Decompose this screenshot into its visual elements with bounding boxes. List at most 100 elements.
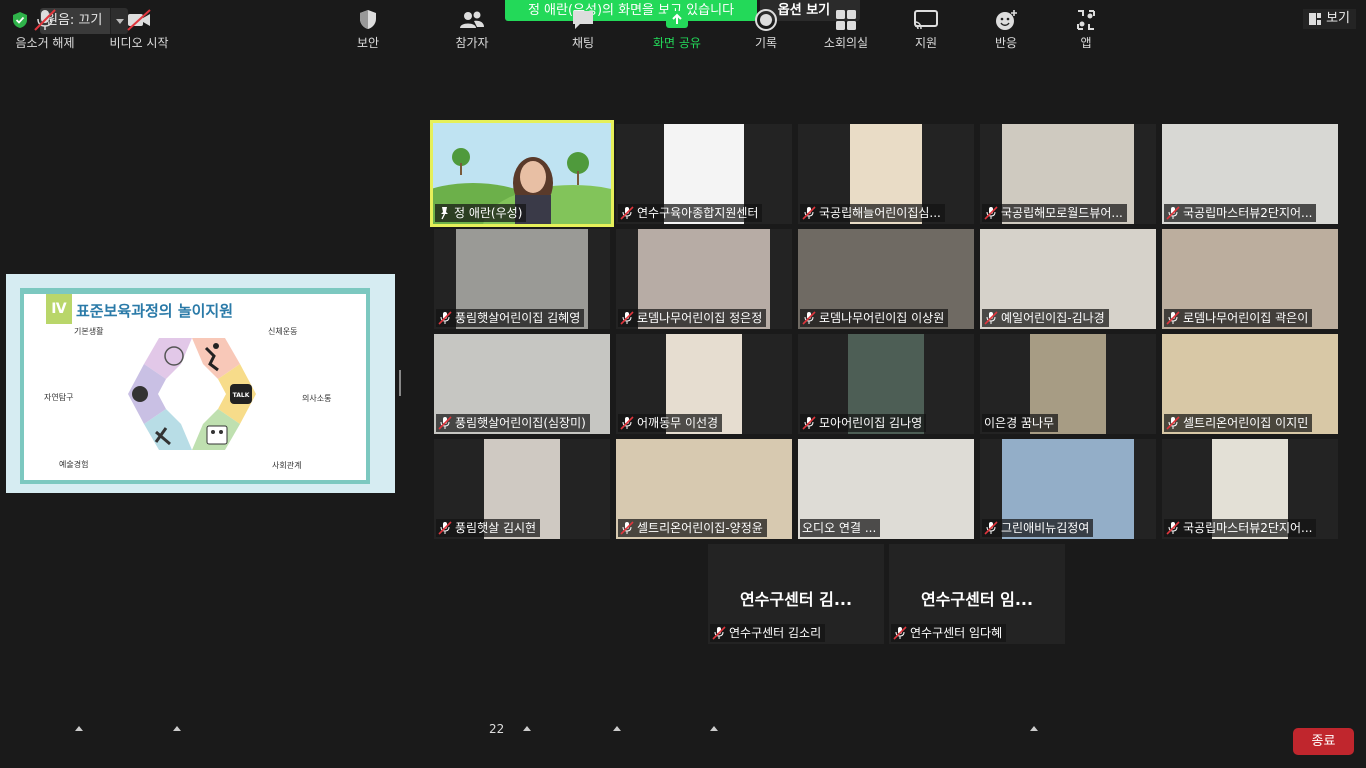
participant-name-bar: 풍림햇살 김시현	[436, 519, 541, 537]
participant-video-tile[interactable]: 풍림햇살 김시현	[434, 439, 610, 539]
layout-icon	[1309, 13, 1322, 25]
support-label: 지원	[914, 36, 938, 50]
share-options-caret[interactable]	[709, 724, 718, 732]
record-button[interactable]: 기록	[740, 0, 792, 56]
participant-name: 국공립해늘어린이집심...	[819, 206, 941, 220]
play-hexagon-diagram: TALK	[128, 338, 256, 450]
start-video-button[interactable]: 비디오 시작	[100, 0, 178, 56]
label-body-movement: 신체운동	[268, 327, 298, 336]
participant-name-bar: 풍림햇살어린이집(심장미)	[436, 414, 590, 432]
participant-display-name: 연수구센터 김...	[739, 590, 853, 609]
participant-name-bar: 연수구육아종합지원센터	[618, 204, 763, 222]
apps-icon	[1077, 10, 1095, 30]
participant-video-tile[interactable]: 연수구센터 김... 연수구센터 김소리	[708, 544, 884, 644]
participant-video-tile[interactable]: 로뎀나무어린이집 정은정	[616, 229, 792, 329]
participant-video-tile[interactable]: 모아어린이집 김나영	[798, 334, 974, 434]
label-communication: 의사소통	[302, 394, 332, 403]
microphone-muted-icon	[712, 626, 726, 640]
participant-video-tile[interactable]: 연수구센터 임... 연수구센터 임다혜	[889, 544, 1065, 644]
participant-name-bar: 이은경 꿈나무	[982, 414, 1059, 432]
chat-button[interactable]: 채팅	[556, 0, 610, 56]
participant-name-bar: 그린애비뉴김정여	[982, 519, 1094, 537]
label-basic-life: 기본생활	[74, 327, 104, 336]
participant-name: 로뎀나무어린이집 정은정	[637, 311, 763, 325]
microphone-muted-icon	[620, 521, 634, 535]
participant-name-bar: 로뎀나무어린이집 이상원	[800, 309, 949, 327]
microphone-muted-icon	[893, 626, 907, 640]
participant-video-tile[interactable]: 그린애비뉴김정여	[980, 439, 1156, 539]
participant-video-tile[interactable]: 연수구육아종합지원센터	[616, 124, 792, 224]
participants-button[interactable]: 참가자	[444, 0, 500, 56]
unmute-button[interactable]: 음소거 해제	[6, 0, 84, 56]
participant-name: 예일어린이집-김나경	[1001, 311, 1105, 325]
microphone-muted-icon	[438, 416, 452, 430]
participant-name: 셀트리온어린이집 이지민	[1183, 416, 1309, 430]
participant-name: 국공립마스터뷰2단지어...	[1183, 521, 1313, 535]
participant-name-bar: 어깨동무 이선경	[618, 414, 723, 432]
microphone-muted-icon	[620, 416, 634, 430]
share-screen-button[interactable]: 화면 공유	[646, 0, 708, 56]
microphone-muted-icon	[802, 416, 816, 430]
breakout-rooms-icon	[836, 10, 856, 30]
view-button[interactable]: 보기	[1303, 9, 1356, 29]
participant-video-tile[interactable]: 정 애란(우성)	[430, 120, 614, 227]
participant-name-bar: 국공립해늘어린이집심...	[800, 204, 945, 222]
end-meeting-button[interactable]: 종료	[1293, 728, 1354, 755]
record-icon	[755, 9, 777, 31]
participant-video-tile[interactable]: 셀트리온어린이집 이지민	[1162, 334, 1338, 434]
participant-video-tile[interactable]: 어깨동무 이선경	[616, 334, 792, 434]
security-button[interactable]: 보안	[340, 0, 396, 56]
participant-name-bar: 연수구센터 김소리	[710, 624, 826, 642]
participant-video-tile[interactable]: 국공립해늘어린이집심...	[798, 124, 974, 224]
participant-video-tile[interactable]: 예일어린이집-김나경	[980, 229, 1156, 329]
participant-name-bar: 모아어린이집 김나영	[800, 414, 927, 432]
share-screen-label: 화면 공유	[653, 36, 701, 50]
unmute-label: 음소거 해제	[15, 36, 75, 50]
participant-video-tile[interactable]: 국공립마스터뷰2단지어...	[1162, 124, 1338, 224]
participant-name-bar: 로뎀나무어린이집 정은정	[618, 309, 767, 327]
microphone-muted-icon	[984, 311, 998, 325]
participant-name: 정 애란(우성)	[454, 206, 523, 220]
microphone-muted-icon	[984, 521, 998, 535]
participant-name: 로뎀나무어린이집 곽은이	[1183, 311, 1309, 325]
support-button[interactable]: 지원	[900, 0, 952, 56]
participants-options-caret[interactable]	[522, 724, 531, 732]
view-label: 보기	[1326, 11, 1350, 26]
participant-name-bar: 오디오 연결 ...	[800, 519, 881, 537]
pin-icon	[441, 207, 448, 220]
participant-video-tile[interactable]: 국공립해모로월드뷰어...	[980, 124, 1156, 224]
participant-name: 그린애비뉴김정여	[1001, 521, 1090, 535]
chat-bubble-icon	[573, 11, 593, 29]
microphone-muted-icon	[438, 521, 452, 535]
participant-video-tile[interactable]: 국공립마스터뷰2단지어...	[1162, 439, 1338, 539]
participant-name: 풍림햇살어린이집(심장미)	[455, 416, 586, 430]
participant-video-tile[interactable]: 이은경 꿈나무	[980, 334, 1156, 434]
audio-options-caret[interactable]	[74, 724, 83, 732]
microphone-muted-icon	[1166, 521, 1180, 535]
shield-icon	[360, 10, 376, 29]
split-resize-handle[interactable]	[399, 370, 401, 396]
apps-button[interactable]: 앱	[1064, 0, 1108, 56]
apps-label: 앱	[1080, 36, 1092, 50]
participant-video-tile[interactable]: 로뎀나무어린이집 곽은이	[1162, 229, 1338, 329]
label-nature-inquiry: 자연탐구	[44, 393, 74, 402]
microphone-muted-icon	[438, 311, 452, 325]
participant-name: 연수구육아종합지원센터	[637, 206, 759, 220]
shared-screen-content[interactable]: Ⅳ 표준보육과정의 놀이지원 기본생활 신체운동 자연탐구 의사소통 예술경험 …	[6, 274, 395, 493]
participant-video-tile[interactable]: 로뎀나무어린이집 이상원	[798, 229, 974, 329]
participant-name: 국공립해모로월드뷰어...	[1001, 206, 1123, 220]
participant-video-tile[interactable]: 셀트리온어린이집-양정윤	[616, 439, 792, 539]
reactions-button[interactable]: 반응	[980, 0, 1032, 56]
reactions-options-caret[interactable]	[1029, 724, 1038, 732]
participant-video-tile[interactable]: 풍림햇살어린이집 김혜영	[434, 229, 610, 329]
participants-count: 22	[489, 722, 505, 736]
breakout-rooms-button[interactable]: 소회의실	[816, 0, 876, 56]
participant-video-tile[interactable]: 풍림햇살어린이집(심장미)	[434, 334, 610, 434]
microphone-muted-icon	[1166, 416, 1180, 430]
chat-options-caret[interactable]	[612, 724, 621, 732]
slide-title: 표준보육과정의 놀이지원	[76, 302, 234, 320]
video-options-caret[interactable]	[172, 724, 181, 732]
participant-video-tile[interactable]: 오디오 연결 ...	[798, 439, 974, 539]
label-social-relations: 사회관계	[272, 461, 302, 470]
participant-name-bar: 로뎀나무어린이집 곽은이	[1164, 309, 1313, 327]
